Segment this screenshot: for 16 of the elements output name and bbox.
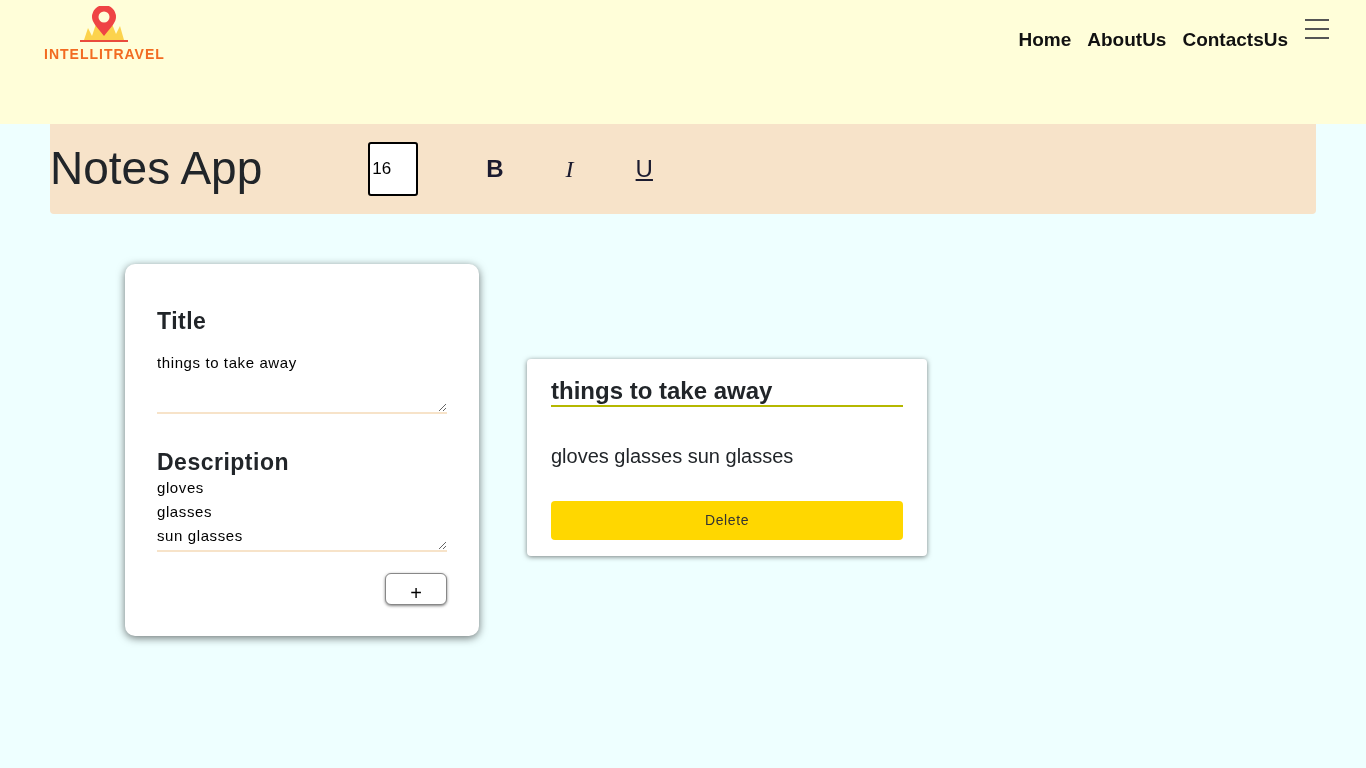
underline-button[interactable]: U [629,150,659,188]
app-title: Notes App [50,141,263,197]
delete-button[interactable]: Delete [551,500,903,540]
nav-link[interactable]: Home [1018,26,1072,55]
italic-button[interactable]: I [559,150,580,188]
bold-button[interactable]: B [480,150,510,188]
add-button[interactable]: + [385,573,447,606]
note-body: gloves glasses sun glasses [551,443,795,469]
title-label: Title [157,308,208,336]
note-title: things to take away [551,377,903,407]
menu-icon[interactable] [1304,18,1330,40]
font-size-field[interactable]: 16 [368,142,419,196]
brand-name: INTELLITRAVEL [44,45,165,64]
description-label: Description [157,448,291,477]
nav-link[interactable]: ContactsUs [1182,26,1288,55]
nav-link[interactable]: AboutUs [1087,26,1167,55]
